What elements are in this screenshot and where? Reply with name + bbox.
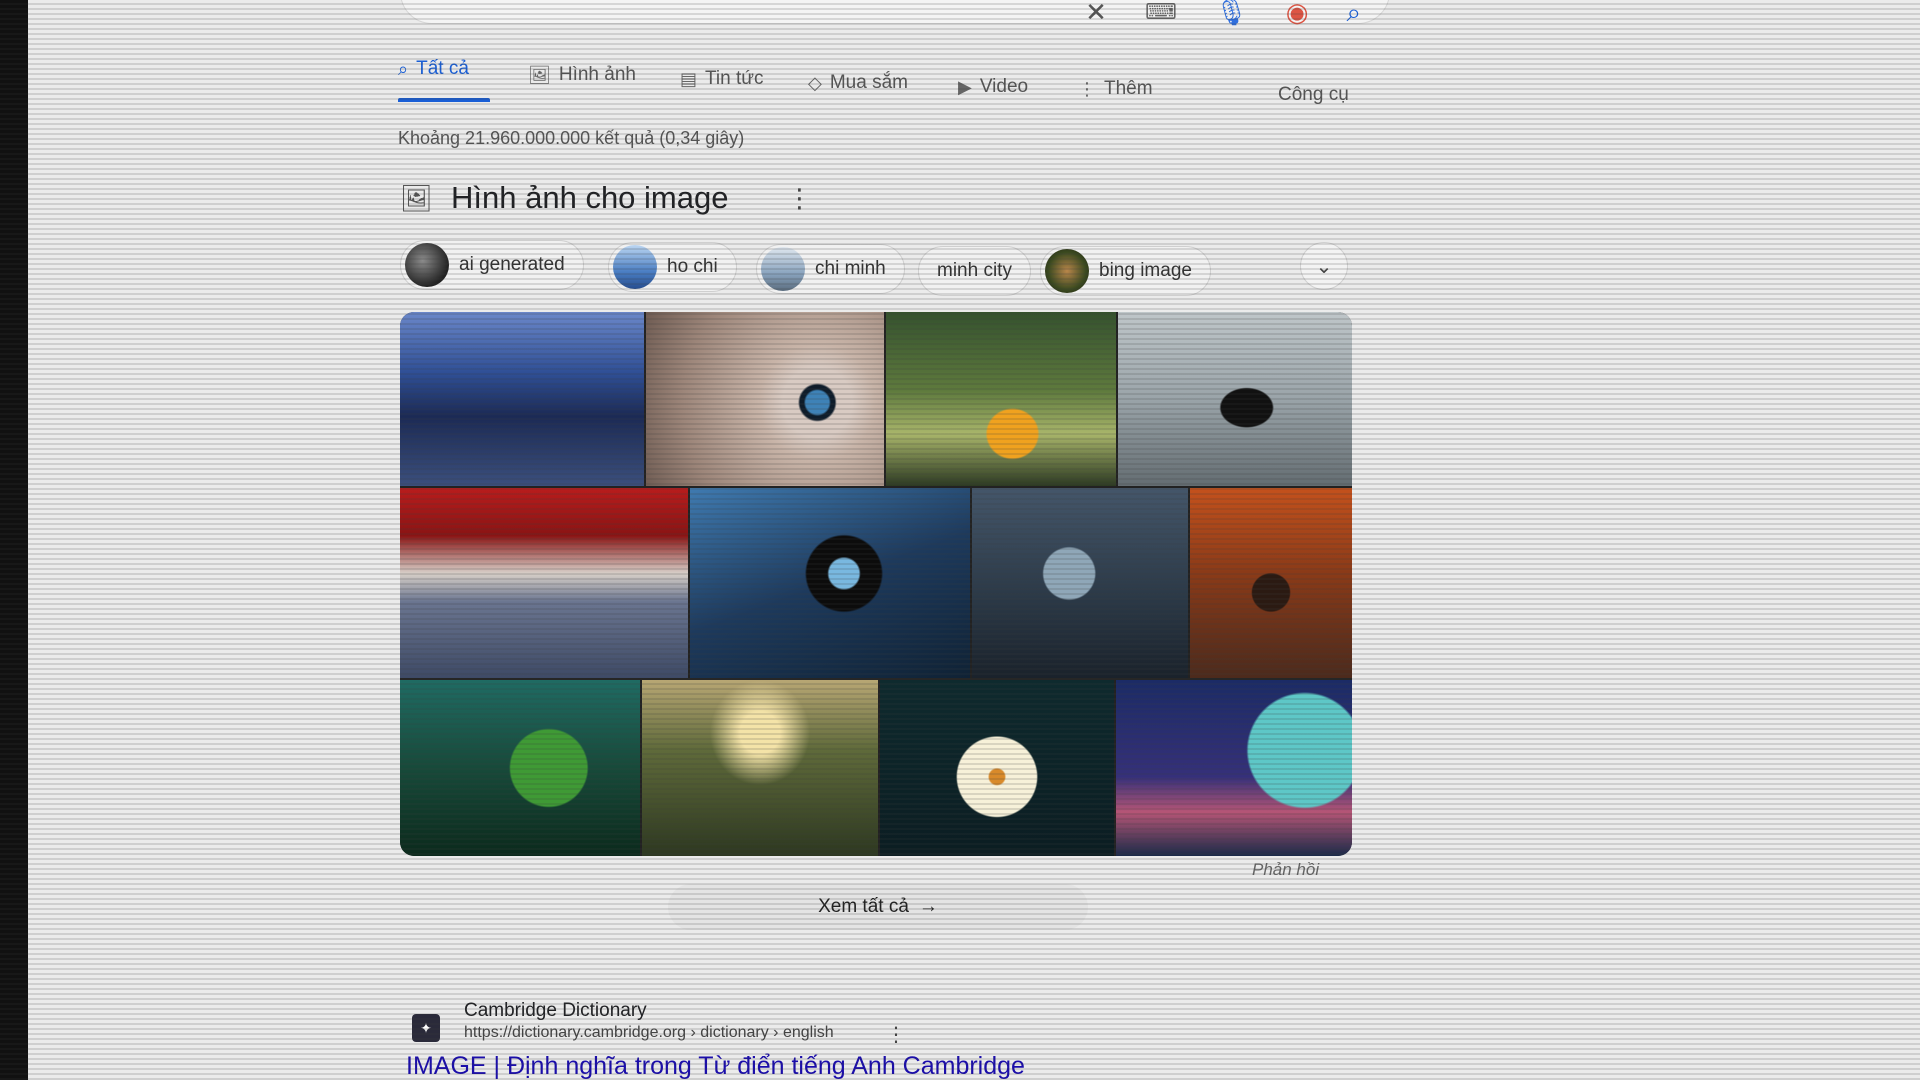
chevron-down-icon: ⌄ [1315, 255, 1333, 278]
news-icon: ▤ [680, 68, 698, 89]
tab-label: Tất cả [416, 58, 469, 79]
search-icon: ⌕ [398, 58, 409, 79]
camera-on-table-photo[interactable] [1118, 312, 1352, 486]
image-icon: 🖼 [400, 182, 434, 213]
tab-news[interactable]: ▤ Tin tức [680, 68, 763, 90]
tab-label: Tin tức [705, 68, 764, 89]
space-planet-photo[interactable] [1116, 680, 1352, 856]
mic-icon[interactable]: 🎙 [1215, 0, 1248, 25]
monitor-bezel [0, 0, 28, 1080]
cambridge-favicon: ✦ [412, 1014, 440, 1042]
more-vert-icon: ⋮ [1078, 78, 1096, 99]
bridge-road-photo[interactable] [400, 312, 644, 486]
keyboard-icon[interactable]: ⌨ [1145, 1, 1177, 23]
see-all-label: Xem tất cả [818, 896, 909, 917]
expand-chips-button[interactable]: ⌄ [1300, 242, 1348, 290]
site-name[interactable]: Cambridge Dictionary [464, 1000, 647, 1022]
autumn-lens-photo[interactable] [1190, 488, 1352, 678]
arrow-right-icon: → [918, 896, 938, 917]
green-planet-photo[interactable] [400, 680, 640, 856]
tab-label: Thêm [1104, 78, 1153, 99]
tab-label: Video [979, 76, 1029, 97]
images-section-header: 🖼 Hình ảnh cho image ⋮ [400, 180, 812, 216]
chip-chi-minh[interactable]: chi minh [756, 244, 905, 294]
search-tabs: ⌕ Tất cả 🖼 Hình ảnh ▤ Tin tức ◇ Mua sắm … [398, 58, 1358, 108]
images-section-title: Hình ảnh cho image [451, 180, 729, 215]
site-url[interactable]: https://dictionary.cambridge.org › dicti… [464, 1024, 834, 1042]
result-title-link[interactable]: IMAGE | Định nghĩa trong Từ điển tiếng A… [406, 1052, 1025, 1080]
sunset-grass-photo[interactable] [642, 680, 878, 856]
tab-more[interactable]: ⋮ Thêm [1078, 78, 1153, 100]
image-grid [400, 312, 1352, 856]
more-vert-icon[interactable]: ⋮ [786, 183, 812, 214]
chip-label: ho chi [667, 256, 718, 277]
search-icon[interactable]: ⌕ [1346, 0, 1361, 25]
tag-icon: ◇ [808, 72, 822, 93]
filter-chips: ai generated ho chi chi minh minh city b… [400, 240, 1350, 296]
more-vert-icon[interactable]: ⋮ [886, 1022, 906, 1047]
close-icon[interactable]: ✕ [1085, 0, 1107, 25]
chip-bing-image[interactable]: bing image [1040, 246, 1211, 296]
chip-thumbnail [613, 245, 657, 289]
lens-in-hand-photo[interactable] [690, 488, 970, 678]
chip-thumbnail [405, 243, 449, 287]
search-box[interactable]: ✕ ⌨ 🎙 ◉ ⌕ [400, 0, 1390, 25]
eye-closeup-photo[interactable] [646, 312, 884, 486]
chip-thumbnail [1045, 249, 1089, 293]
red-tree-lake-photo[interactable] [400, 488, 688, 678]
chip-label: ai generated [459, 254, 565, 275]
chip-minh-city[interactable]: minh city [918, 246, 1031, 296]
see-all-button[interactable]: Xem tất cả → [668, 884, 1088, 930]
lens-icon[interactable]: ◉ [1286, 0, 1309, 25]
tab-video[interactable]: ▶ Video [958, 76, 1028, 98]
tools-button[interactable]: Công cụ [1278, 84, 1349, 106]
tab-shopping[interactable]: ◇ Mua sắm [808, 72, 908, 94]
tab-all[interactable]: ⌕ Tất cả [398, 58, 490, 102]
result-stats: Khoảng 21.960.000.000 kết quả (0,34 giây… [398, 128, 745, 148]
chip-label: bing image [1099, 260, 1192, 281]
chip-ho-chi[interactable]: ho chi [608, 242, 737, 292]
tab-images[interactable]: 🖼 Hình ảnh [528, 64, 636, 86]
play-icon: ▶ [958, 76, 972, 97]
image-icon: 🖼 [528, 64, 551, 85]
chip-label: chi minh [815, 258, 886, 279]
woman-camera-photo[interactable] [886, 312, 1116, 486]
tab-label: Hình ảnh [558, 64, 636, 85]
chip-thumbnail [761, 247, 805, 291]
white-flower-photo[interactable] [880, 680, 1114, 856]
chip-ai-generated[interactable]: ai generated [400, 240, 584, 290]
chip-label: minh city [937, 260, 1012, 281]
tab-label: Mua sắm [829, 72, 908, 93]
feedback-link[interactable]: Phản hồi [1252, 860, 1319, 880]
active-tab-indicator [398, 98, 490, 102]
boy-and-robot-photo[interactable] [972, 488, 1188, 678]
